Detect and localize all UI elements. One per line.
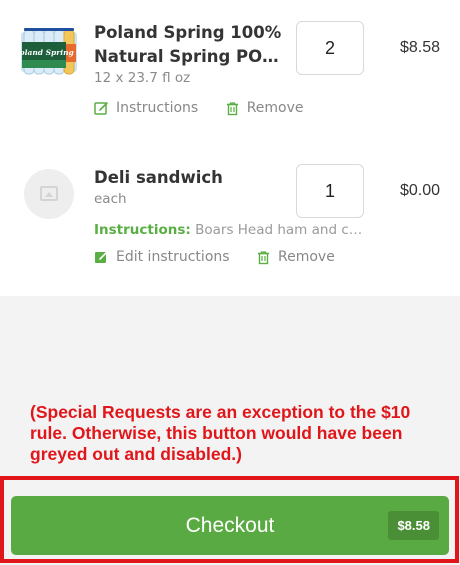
instructions-text: Boars Head ham and cheese — [195, 222, 366, 238]
product-name-line2: Natural Spring POLAND SPRING — [94, 47, 284, 66]
remove-button[interactable]: Remove — [256, 249, 335, 265]
special-instructions: Instructions: Boars Head ham and cheese — [94, 222, 366, 238]
trash-icon — [258, 250, 269, 264]
product-name[interactable]: Deli sandwich — [94, 166, 284, 190]
item-price: $8.58 — [399, 39, 440, 56]
product-size: each — [94, 191, 127, 207]
remove-label: Remove — [246, 100, 304, 116]
item-price: $0.00 — [399, 182, 440, 199]
image-placeholder-icon — [40, 186, 58, 201]
product-image-placeholder[interactable] — [24, 169, 74, 219]
remove-button[interactable]: Remove — [225, 100, 304, 116]
instructions-heading: Instructions: — [94, 222, 191, 238]
checkout-label: Checkout — [185, 514, 275, 537]
edit-instructions-button[interactable]: Edit instructions — [94, 249, 230, 265]
edit-icon — [94, 101, 108, 115]
item-actions: Edit instructions Remove — [94, 249, 335, 269]
product-name-line1: Poland Spring 100% — [94, 23, 282, 42]
item-actions: Instructions Remove — [94, 100, 304, 120]
edit-icon — [95, 250, 108, 263]
quantity-selector[interactable]: 2 — [296, 21, 364, 75]
annotation-note: (Special Requests are an exception to th… — [30, 402, 411, 464]
checkout-button[interactable]: Checkout $8.58 — [11, 496, 449, 555]
trash-icon — [226, 101, 238, 115]
cart-item: Deli sandwich each 1 $0.00 Instructions:… — [0, 150, 460, 296]
cart-list: Poland Spring Poland Spring 100% Natural… — [0, 0, 460, 296]
product-name[interactable]: Poland Spring 100% Natural Spring POLAND… — [94, 21, 284, 69]
checkout-total-badge: $8.58 — [388, 511, 439, 540]
cart-item: Poland Spring Poland Spring 100% Natural… — [0, 0, 460, 138]
remove-label: Remove — [278, 249, 335, 265]
product-image[interactable]: Poland Spring — [13, 24, 78, 82]
instructions-label: Instructions — [116, 100, 199, 116]
quantity-selector[interactable]: 1 — [296, 164, 364, 218]
instructions-button[interactable]: Instructions — [94, 100, 198, 116]
edit-instructions-label: Edit instructions — [116, 249, 230, 265]
product-size: 12 x 23.7 fl oz — [94, 70, 191, 86]
brand-logo-text: Poland Spring — [20, 48, 74, 57]
